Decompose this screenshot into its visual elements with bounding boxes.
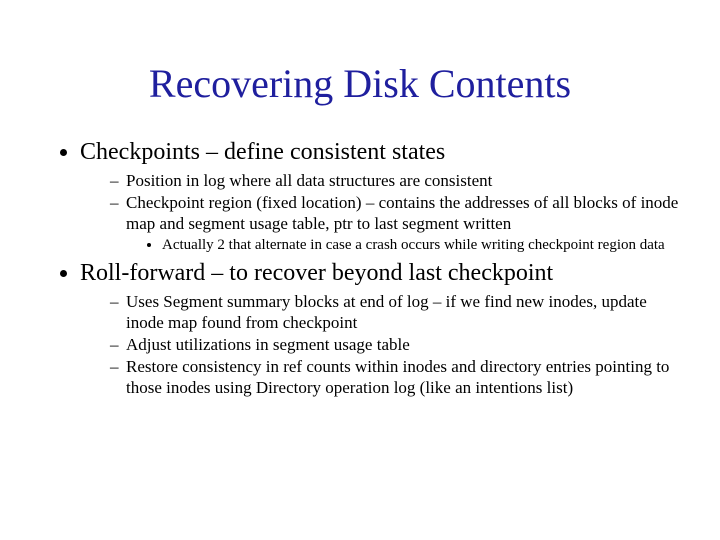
sub-bullet-text: Restore consistency in ref counts within…: [126, 357, 669, 396]
sub-bullet-text: Position in log where all data structure…: [126, 171, 492, 190]
slide: Recovering Disk Contents Checkpoints – d…: [0, 0, 720, 540]
sub-bullet: Checkpoint region (fixed location) – con…: [110, 193, 680, 254]
sub-list: Position in log where all data structure…: [80, 171, 680, 254]
bullet-text: Roll-forward – to recover beyond last ch…: [80, 260, 553, 286]
sub-bullet: Restore consistency in ref counts within…: [110, 357, 680, 398]
sub-sub-list: Actually 2 that alternate in case a cras…: [126, 236, 680, 254]
sub-bullet: Adjust utilizations in segment usage tab…: [110, 335, 680, 355]
bullet-text: Checkpoints – define consistent states: [80, 139, 445, 165]
sub-bullet-text: Checkpoint region (fixed location) – con…: [126, 193, 678, 232]
bullet-list: Checkpoints – define consistent states P…: [40, 137, 680, 398]
bullet-checkpoints: Checkpoints – define consistent states P…: [80, 137, 680, 254]
sub-bullet: Uses Segment summary blocks at end of lo…: [110, 292, 680, 333]
sub-sub-bullet-text: Actually 2 that alternate in case a cras…: [162, 237, 665, 253]
sub-list: Uses Segment summary blocks at end of lo…: [80, 292, 680, 398]
sub-bullet: Position in log where all data structure…: [110, 171, 680, 191]
bullet-rollforward: Roll-forward – to recover beyond last ch…: [80, 258, 680, 398]
sub-bullet-text: Uses Segment summary blocks at end of lo…: [126, 292, 647, 331]
slide-title: Recovering Disk Contents: [40, 0, 680, 137]
sub-bullet-text: Adjust utilizations in segment usage tab…: [126, 335, 410, 354]
sub-sub-bullet: Actually 2 that alternate in case a cras…: [162, 236, 680, 254]
